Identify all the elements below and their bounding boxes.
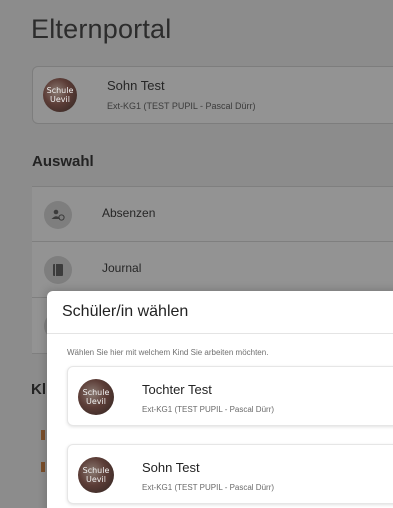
- child-name: Sohn Test: [142, 460, 200, 475]
- child-class-info: Ext-KG1 (TEST PUPIL - Pascal Dürr): [142, 405, 275, 414]
- menu-item-absenzen[interactable]: Absenzen: [32, 186, 393, 242]
- dialog-title: Schüler/in wählen: [62, 303, 189, 320]
- menu-item-label: Journal: [102, 261, 142, 275]
- child-class-info: Ext-KG1 (TEST PUPIL - Pascal Dürr): [142, 483, 275, 492]
- child-option-tochter[interactable]: Schule Uevil Tochter Test Ext-KG1 (TEST …: [67, 366, 393, 426]
- child-avatar: Schule Uevil: [78, 379, 114, 415]
- partial-marker: [41, 462, 45, 472]
- page-title: Elternportal: [31, 14, 172, 44]
- avatar-text: Schule Uevil: [82, 388, 110, 406]
- child-avatar: Schule Uevil: [78, 457, 114, 493]
- selection-heading: Auswahl: [32, 153, 94, 170]
- child-name: Sohn Test: [107, 78, 165, 93]
- child-avatar: Schule Uevil: [43, 78, 77, 112]
- avatar-text: Schule Uevil: [46, 86, 74, 104]
- divider: [47, 333, 393, 334]
- child-select-dialog: Schüler/in wählen Wählen Sie hier mit we…: [47, 291, 393, 508]
- child-option-sohn[interactable]: Schule Uevil Sohn Test Ext-KG1 (TEST PUP…: [67, 444, 393, 504]
- current-child-card[interactable]: Schule Uevil Sohn Test Ext-KG1 (TEST PUP…: [32, 66, 393, 124]
- child-class-info: Ext-KG1 (TEST PUPIL - Pascal Dürr): [107, 101, 256, 111]
- partial-marker: [41, 430, 45, 440]
- avatar-text: Schule Uevil: [82, 466, 110, 484]
- dialog-hint: Wählen Sie hier mit welchem Kind Sie arb…: [67, 348, 269, 357]
- menu-item-label: Absenzen: [102, 206, 156, 220]
- menu-item-journal[interactable]: Journal: [32, 242, 393, 298]
- person-clock-icon: [44, 201, 72, 229]
- child-name: Tochter Test: [142, 382, 212, 397]
- notebook-icon: [44, 256, 72, 284]
- partial-section-heading: Kl: [31, 381, 46, 398]
